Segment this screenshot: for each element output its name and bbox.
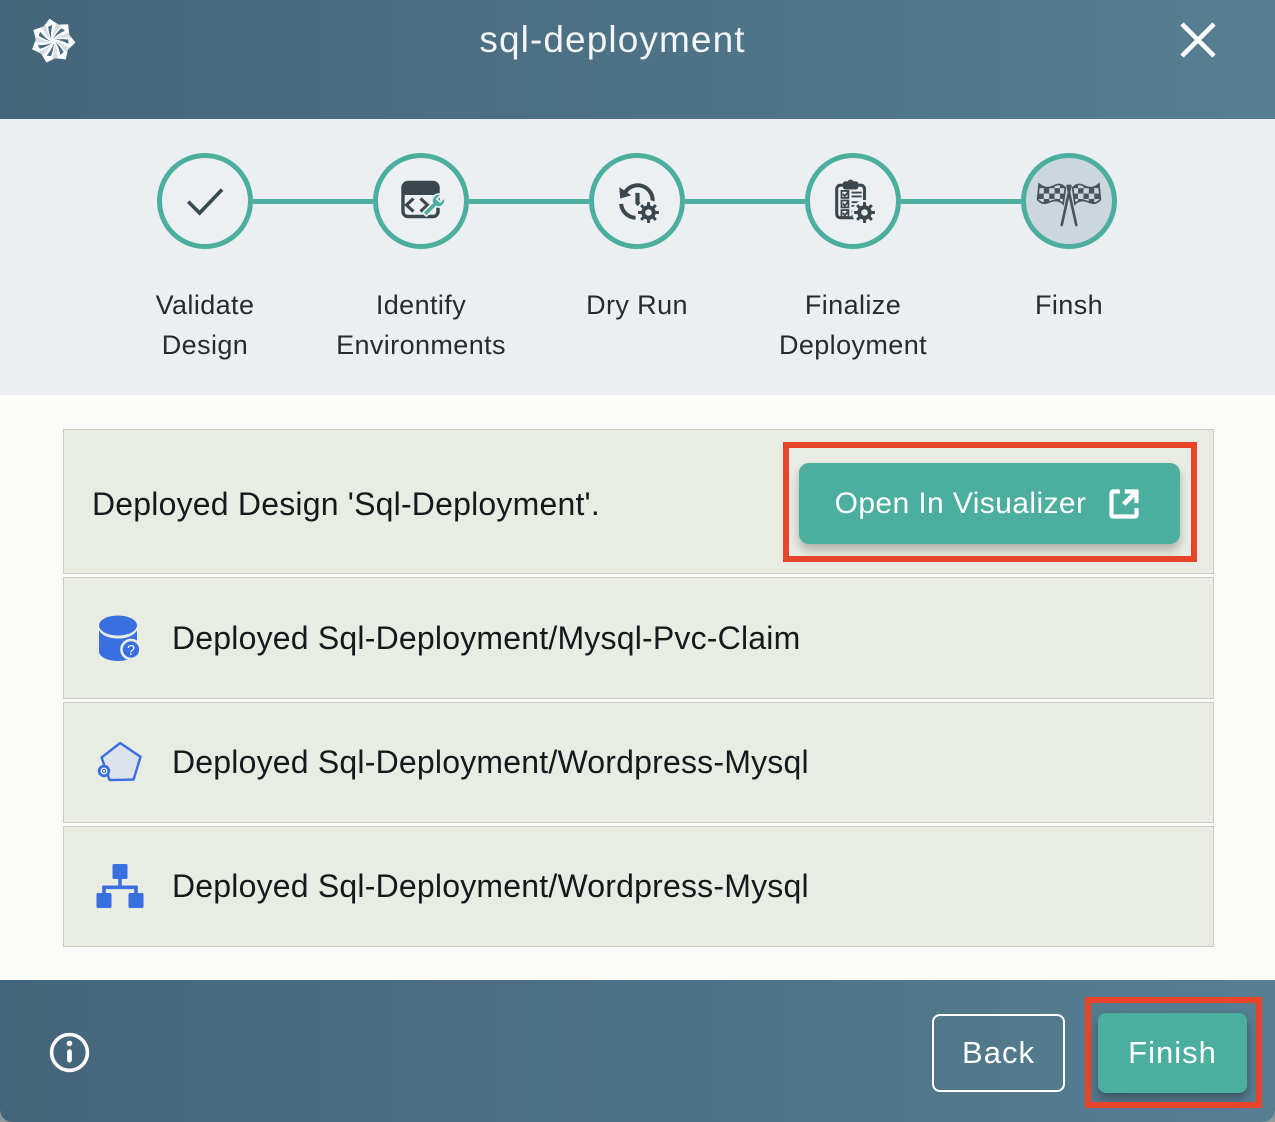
svg-text:?: ? bbox=[127, 643, 135, 659]
